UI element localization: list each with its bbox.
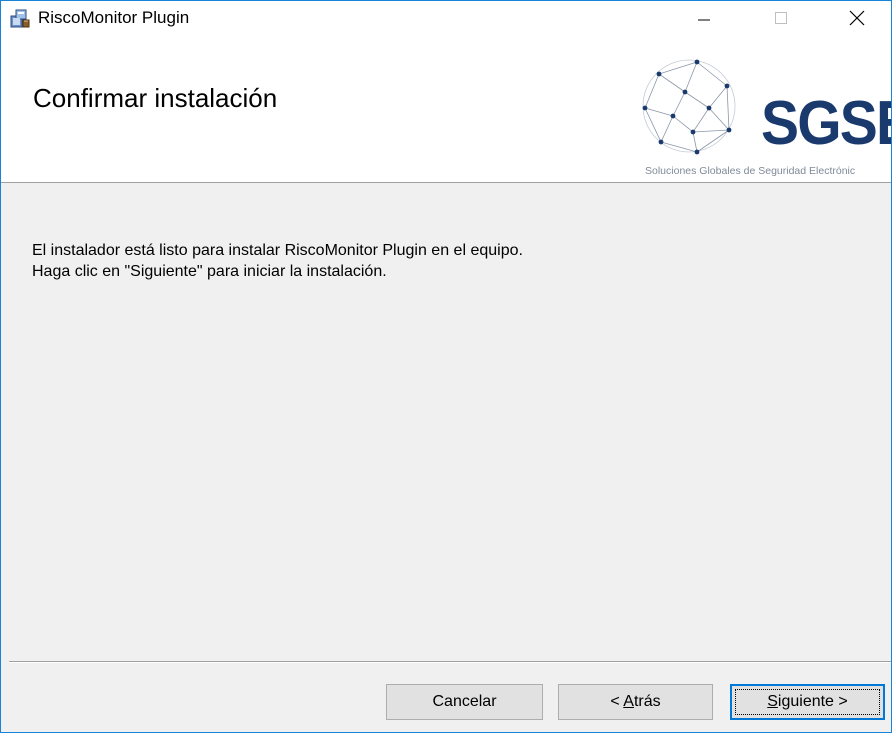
- installer-package-icon: [10, 9, 30, 28]
- next-button[interactable]: Siguiente >: [730, 684, 885, 720]
- close-icon: [849, 10, 865, 25]
- ready-message: El instalador está listo para instalar R…: [32, 242, 523, 259]
- cancel-button-label: Cancelar: [432, 693, 497, 710]
- back-button-label: < Atrás: [610, 693, 661, 710]
- installer-window: RiscoMonitor Plugin Confirmar instalació…: [0, 0, 892, 733]
- header-banner: Confirmar instalación SGS Soluciones Glo…: [1, 34, 891, 183]
- title-bar[interactable]: RiscoMonitor Plugin: [1, 1, 891, 34]
- page-title: Confirmar instalación: [33, 83, 278, 113]
- content-area: El instalador está listo para instalar R…: [1, 183, 891, 661]
- instruction-message: Haga clic en "Siguiente" para iniciar la…: [32, 263, 387, 280]
- brand-wordmark: SGSE: [761, 89, 891, 158]
- footer-divider: [9, 661, 891, 663]
- maximize-icon: [775, 11, 787, 24]
- back-button[interactable]: < Atrás: [558, 684, 713, 720]
- close-button[interactable]: [834, 1, 880, 34]
- next-button-label: Siguiente >: [767, 693, 848, 710]
- minimize-icon: [698, 19, 710, 20]
- window-title: RiscoMonitor Plugin: [38, 8, 190, 27]
- minimize-button[interactable]: [681, 1, 727, 34]
- brand-tagline: Soluciones Globales de Seguridad Electró…: [645, 165, 856, 177]
- cancel-button[interactable]: Cancelar: [386, 684, 543, 720]
- maximize-button[interactable]: [758, 1, 804, 34]
